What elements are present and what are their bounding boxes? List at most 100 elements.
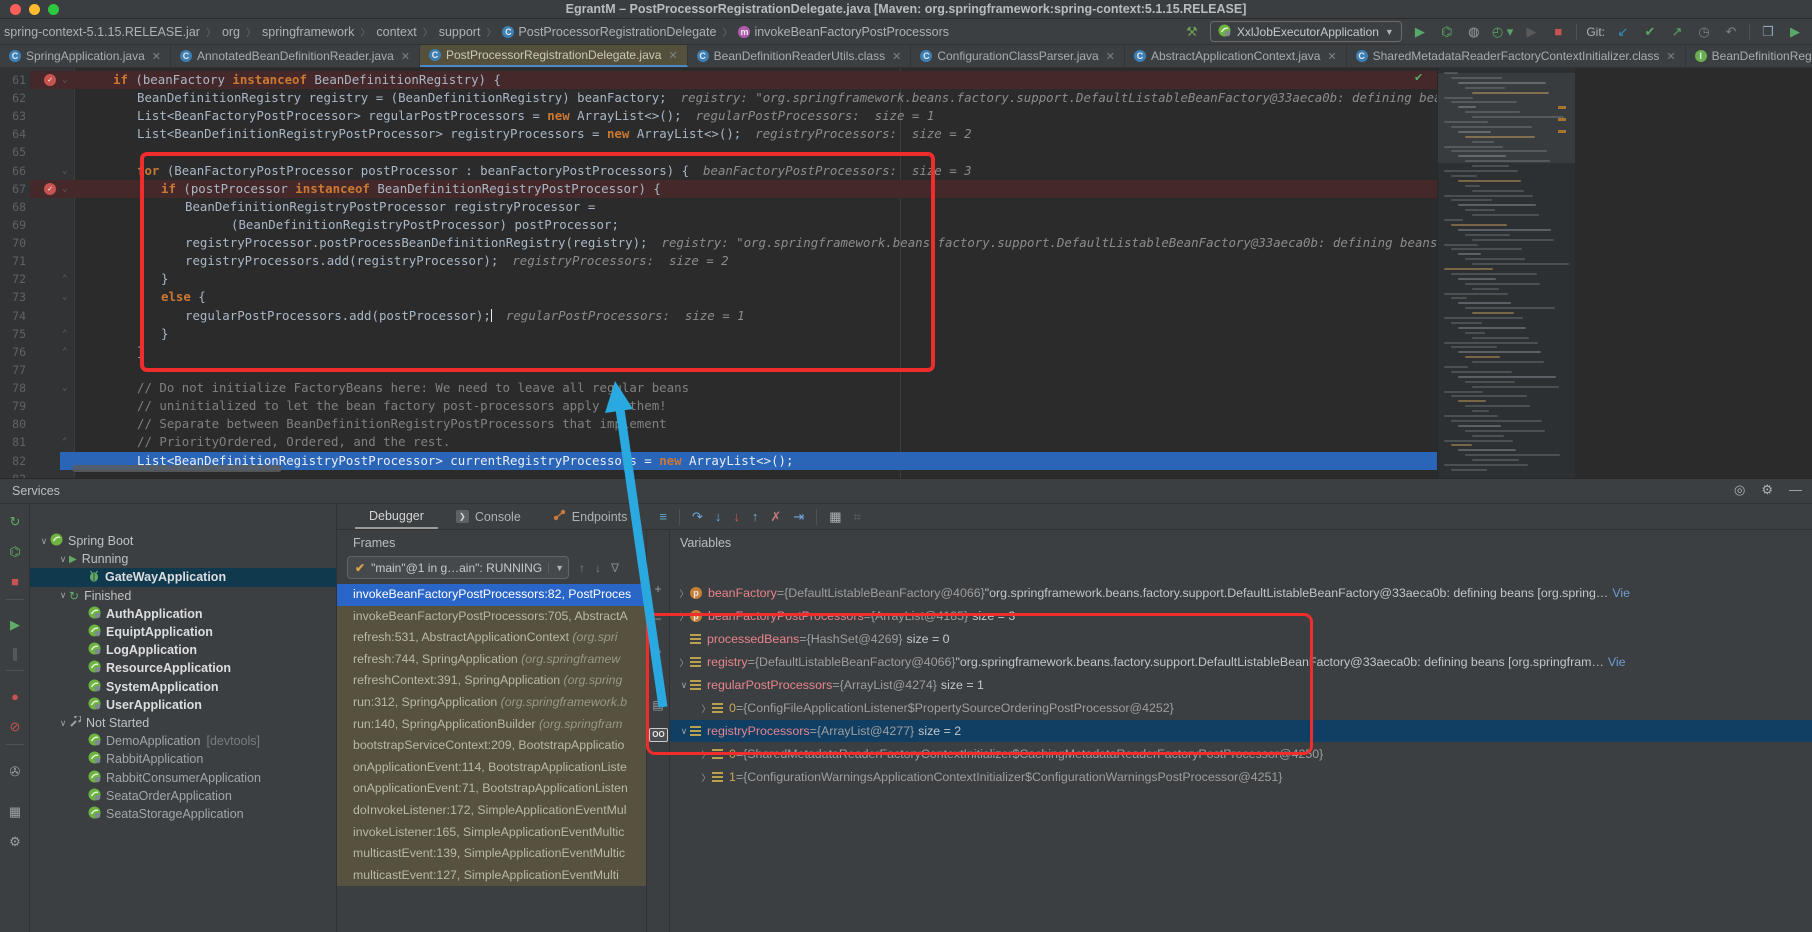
filter-frames-icon[interactable]: ∇ — [611, 561, 619, 575]
run-to-cursor-button[interactable]: ⇥ — [793, 509, 804, 525]
layout-settings-icon[interactable]: ≡ — [659, 509, 667, 524]
breadcrumb-item[interactable]: CPostProcessorRegistrationDelegate — [500, 24, 718, 40]
stack-frame-row[interactable]: invokeBeanFactoryPostProcessors:82, Post… — [337, 584, 646, 606]
minimap-viewport[interactable] — [1438, 73, 1575, 163]
horizontal-scrollbar[interactable] — [72, 465, 282, 472]
variable-row[interactable]: 〉pbeanFactoryPostProcessors = {ArrayList… — [670, 605, 1812, 627]
profiler-button[interactable]: ◴ ▾ — [1492, 22, 1513, 42]
close-tab-icon[interactable]: ✕ — [668, 49, 677, 62]
code-minimap[interactable] — [1437, 68, 1575, 478]
debugger-tab-debugger[interactable]: Debugger — [355, 504, 438, 529]
close-tab-icon[interactable]: ✕ — [1106, 50, 1115, 63]
stack-frame-row[interactable]: run:140, SpringApplicationBuilder (org.s… — [337, 714, 646, 736]
variable-row[interactable]: 〉registry = {DefaultListableBeanFactory@… — [670, 651, 1812, 673]
step-over-button[interactable]: ↷ — [692, 509, 703, 525]
code-line[interactable]: 80// Separate between BeanDefinitionRegi… — [0, 415, 1437, 433]
close-tab-icon[interactable]: ✕ — [1666, 50, 1675, 63]
step-out-button[interactable]: ↑ — [752, 509, 759, 524]
layout-button[interactable]: ▦ — [0, 804, 30, 820]
expand-chevron-icon[interactable]: ∨ — [678, 726, 690, 737]
expand-chevron-icon[interactable]: ∨ — [57, 590, 69, 601]
breadcrumb-item[interactable]: minvokeBeanFactoryPostProcessors — [736, 24, 951, 40]
service-tree-item[interactable]: ∨▶Running — [30, 550, 336, 568]
breadcrumb-item[interactable]: org — [220, 24, 242, 40]
service-tree-item[interactable]: UserApplication — [30, 696, 336, 714]
inspections-ok-icon[interactable]: ✔ — [1414, 71, 1423, 84]
view-breakpoints-button[interactable]: ● — [0, 689, 30, 704]
close-tab-icon[interactable]: ✕ — [152, 50, 161, 63]
close-tab-icon[interactable]: ✕ — [892, 50, 901, 63]
service-tree-item[interactable]: EquiptApplication — [30, 623, 336, 641]
service-tree-item[interactable]: LogApplication — [30, 641, 336, 659]
code-area[interactable]: 61✓⌄if (beanFactory instanceof BeanDefin… — [0, 68, 1437, 478]
stack-frame-row[interactable]: onApplicationEvent:71, BootstrapApplicat… — [337, 778, 646, 800]
duplicate-button[interactable]: ▤ — [647, 698, 669, 712]
structure-button[interactable]: ❐ — [1759, 22, 1777, 42]
git-update-button[interactable]: ↙ — [1614, 22, 1632, 42]
stack-frame-row[interactable]: doInvokeListener:172, SimpleApplicationE… — [337, 800, 646, 822]
remove-watch-button[interactable]: − — [647, 612, 669, 626]
editor-tab[interactable]: CConfigurationClassParser.java✕ — [911, 45, 1125, 67]
code-line[interactable]: 62BeanDefinitionRegistry registry = (Bea… — [0, 89, 1437, 107]
service-tree-item[interactable]: SystemApplication — [30, 678, 336, 696]
pause-button[interactable]: ∥ — [0, 646, 30, 662]
expand-chevron-icon[interactable]: 〉 — [700, 748, 712, 761]
code-line[interactable]: 71registryProcessors.add(registryProcess… — [0, 252, 1437, 270]
stop-button[interactable]: ■ — [0, 574, 30, 589]
resume-button[interactable]: ▶ — [0, 617, 30, 633]
error-stripe-mark[interactable] — [1558, 118, 1566, 121]
variable-row[interactable]: processedBeans = {HashSet@4269} size = 0 — [670, 628, 1812, 650]
move-down-button[interactable]: ▼ — [647, 668, 669, 682]
build-hammer-icon[interactable]: ⚒ — [1183, 22, 1201, 42]
locate-icon[interactable]: ◎ — [1734, 482, 1745, 498]
stop-button[interactable]: ■ — [1549, 22, 1567, 42]
coverage-button[interactable]: ◍ — [1465, 22, 1483, 42]
code-line[interactable]: 81⌃// PriorityOrdered, Ordered, and the … — [0, 433, 1437, 451]
service-tree-item[interactable]: RabbitApplication — [30, 750, 336, 768]
service-tree-item[interactable]: ResourceApplication — [30, 659, 336, 677]
hide-icon[interactable]: — — [1789, 482, 1802, 498]
fold-marker[interactable]: ⌃ — [62, 270, 67, 288]
settings-button[interactable]: ⚙ — [0, 834, 30, 850]
expand-chevron-icon[interactable]: 〉 — [700, 771, 712, 784]
stack-frame-row[interactable]: bootstrapServiceContext:209, BootstrapAp… — [337, 735, 646, 757]
thread-selector[interactable]: ✔ "main"@1 in g…ain": RUNNING ▼ — [347, 556, 569, 579]
breakpoint-icon[interactable]: ✓ — [44, 74, 56, 86]
code-line[interactable]: 74regularPostProcessors.add(postProcesso… — [0, 307, 1437, 325]
stack-frame-row[interactable]: invokeListener:165, SimpleApplicationEve… — [337, 822, 646, 844]
run-button[interactable]: ▶ — [1411, 22, 1429, 42]
fold-marker[interactable]: ⌃ — [62, 343, 67, 361]
fold-marker[interactable]: ⌃ — [62, 325, 67, 343]
editor-tab[interactable]: IBeanDefinitionRegistryP✕ — [1686, 45, 1812, 67]
expand-chevron-icon[interactable]: 〉 — [678, 587, 690, 600]
expand-chevron-icon[interactable]: ∨ — [38, 536, 50, 547]
expand-chevron-icon[interactable]: ∨ — [678, 680, 690, 691]
step-into-button[interactable]: ↓ — [715, 509, 722, 524]
variable-row[interactable]: 〉1 = {ConfigurationWarningsApplicationCo… — [670, 766, 1812, 788]
settings-icon[interactable]: ⚙ — [1761, 482, 1773, 498]
code-line[interactable]: 63List<BeanFactoryPostProcessor> regular… — [0, 107, 1437, 125]
editor-tab[interactable]: CAbstractApplicationContext.java✕ — [1125, 45, 1347, 67]
rollback-button[interactable]: ↶ — [1722, 22, 1740, 42]
service-tree-item[interactable]: RabbitConsumerApplication — [30, 769, 336, 787]
breadcrumb-item[interactable]: springframework — [260, 24, 356, 40]
view-value-link[interactable]: Vie — [1612, 586, 1630, 600]
expand-chevron-icon[interactable]: 〉 — [678, 656, 690, 669]
expand-chevron-icon[interactable]: ∨ — [57, 554, 69, 565]
stack-frame-row[interactable]: refreshContext:391, SpringApplication (o… — [337, 670, 646, 692]
move-up-button[interactable]: ▲ — [647, 642, 669, 656]
prev-frame-button[interactable]: ↑ — [579, 561, 585, 575]
code-line[interactable]: 65 — [0, 143, 1437, 161]
run-disabled-button[interactable]: ▶ — [1522, 22, 1540, 42]
git-commit-button[interactable]: ✔ — [1641, 22, 1659, 42]
service-tree-item[interactable]: ∨↻Finished — [30, 587, 336, 605]
debug-button[interactable]: ⌬ — [1438, 22, 1456, 42]
fold-marker[interactable]: ⌄ — [62, 162, 67, 180]
service-tree-item[interactable]: SeataOrderApplication — [30, 787, 336, 805]
editor-tab[interactable]: CBeanDefinitionReaderUtils.class✕ — [688, 45, 912, 67]
fold-marker[interactable]: ⌄ — [62, 379, 67, 397]
variable-row[interactable]: 〉0 = {SharedMetadataReaderFactoryContext… — [670, 743, 1812, 765]
error-stripe-mark[interactable] — [1558, 106, 1566, 109]
stack-frame-row[interactable]: onApplicationEvent:114, BootstrapApplica… — [337, 757, 646, 779]
stack-frame-row[interactable]: refresh:744, SpringApplication (org.spri… — [337, 649, 646, 671]
